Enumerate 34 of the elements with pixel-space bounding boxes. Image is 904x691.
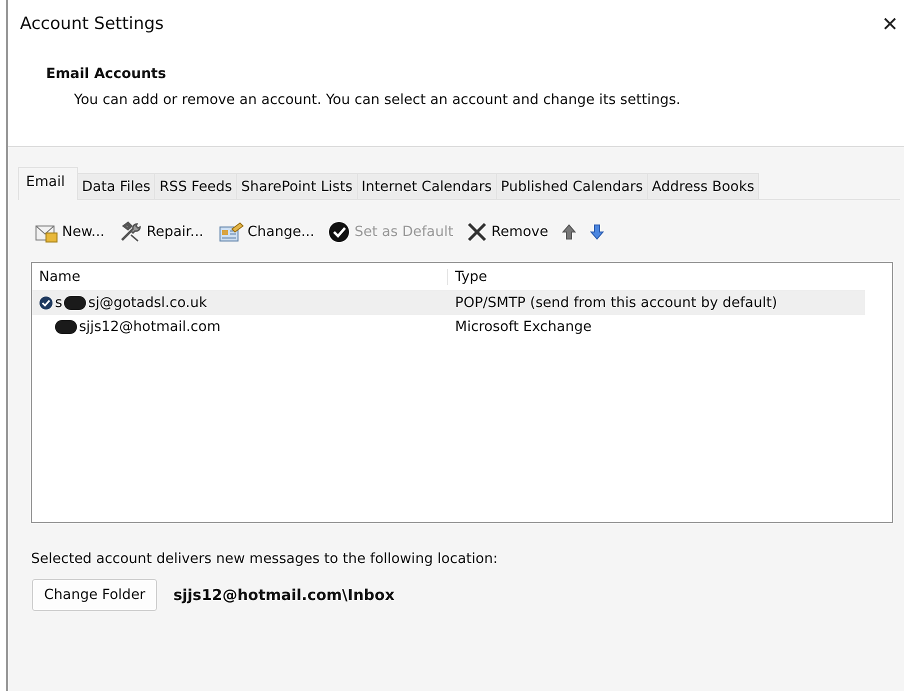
section-description: You can add or remove an account. You can select an account and change its settings. (74, 92, 682, 108)
change-folder-button[interactable]: Change Folder (32, 579, 158, 611)
tab[interactable]: RSS Feeds (154, 173, 238, 199)
account-type: Microsoft Exchange (454, 319, 592, 335)
account-name: sjjs12@hotmail.com (79, 319, 220, 335)
close-button[interactable]: ✕ (870, 0, 904, 48)
repair-button[interactable]: Repair... (116, 218, 206, 246)
tab[interactable]: SharePoint Lists (236, 173, 358, 199)
column-header[interactable]: Name (32, 268, 448, 284)
remove-button[interactable]: Remove (465, 219, 550, 245)
card-edit-icon (218, 221, 244, 243)
tab[interactable]: Data Files (76, 173, 156, 199)
checkmark-icon (328, 221, 350, 243)
name-prefix: s (55, 295, 62, 311)
delivery-location: sjjs12@hotmail.com\Inbox (173, 586, 395, 604)
down-arrow-icon (590, 224, 604, 240)
account-row[interactable]: sjjs12@hotmail.com Microsoft Exchange (32, 315, 865, 339)
account-type: POP/SMTP (send from this account by default) (454, 295, 778, 311)
column-header[interactable]: Type (448, 268, 488, 284)
change-button[interactable]: Change... (216, 218, 316, 246)
tools-icon (118, 221, 143, 243)
window-title: Account Settings (20, 14, 164, 34)
up-arrow-icon (562, 224, 576, 240)
remove-icon (467, 222, 488, 242)
delivery-text: Selected account delivers new messages to the following location: (31, 551, 499, 567)
account-name: sj@gotadsl.co.uk (88, 295, 207, 311)
new-button[interactable]: New... (32, 218, 107, 246)
tab[interactable]: Address Books (646, 173, 760, 199)
tab[interactable]: Email (18, 167, 78, 200)
tab[interactable]: Internet Calendars (356, 173, 497, 199)
section-title: Email Accounts (46, 66, 168, 82)
account-row[interactable]: s sj@gotadsl.co.uk POP/SMTP (send from this account by default) (32, 291, 865, 315)
accounts-list[interactable]: Name Type s sj@gotadsl.co.uk POP/SMTP (send from this account by default) sjjs12@hotmail.com Microsoft Exchange (31, 262, 893, 523)
tab[interactable]: Published Calendars (496, 173, 648, 199)
